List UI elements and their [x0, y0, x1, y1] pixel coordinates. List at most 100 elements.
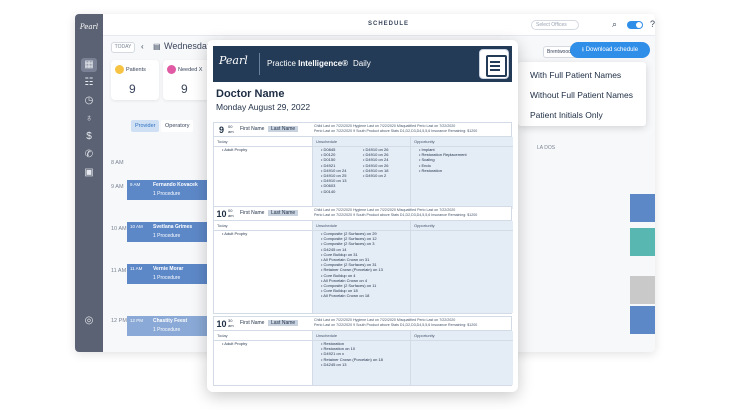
calendar-small-icon[interactable]: ▤: [153, 42, 161, 51]
column-header: Today: [214, 137, 312, 147]
meta-line: Perio Last on 7/22/2020 9 South Product …: [314, 213, 478, 217]
appointment-patient: Fernando Kovacek: [153, 182, 198, 188]
support-icon[interactable]: ◎: [81, 314, 97, 328]
column-header: Unschedule: [313, 221, 410, 231]
appointment-time: 9 AM: [130, 182, 141, 187]
today-column: Today • Adult Prophy: [214, 137, 312, 209]
appointment-procedure: 1 Procedure: [153, 191, 181, 197]
appointment-minutes: 00 am: [228, 124, 234, 134]
appointment-hour: 9: [218, 125, 224, 135]
appointment-hour: 10: [216, 209, 227, 219]
appointment-block[interactable]: 9 AM Fernando Kovacek 1 Procedure: [127, 180, 207, 200]
report-type: Daily: [353, 59, 371, 68]
daily-report-preview: Pearl Practice Intelligence® Daily Docto…: [207, 40, 518, 392]
patient-card: 9 00 am First Name Last Name Child Last on 7/…: [213, 122, 513, 210]
patient-last-name: Last Name: [268, 126, 299, 132]
appointment-minutes: 30 am: [228, 318, 234, 328]
calendar-icon[interactable]: ▦: [81, 58, 97, 72]
appointment-time: 10 AM: [130, 224, 143, 229]
schedule-icon: [479, 49, 509, 79]
tab-operatory[interactable]: Operatory: [161, 120, 194, 132]
stat-value: 9: [181, 82, 188, 96]
download-options-menu: With Full Patient Names Without Full Pat…: [518, 62, 646, 126]
dollar-icon[interactable]: $: [81, 130, 97, 144]
card-header: 10 30 am First Name Last Name Child Last on 7…: [214, 317, 511, 331]
prev-day-icon[interactable]: ‹: [141, 42, 144, 51]
appointment-patient: Svetlana Grimes: [153, 224, 193, 230]
menu-item-initials-only[interactable]: Patient Initials Only: [530, 110, 603, 120]
column-header: LA DOS: [537, 145, 556, 151]
column-header: Unschedule: [313, 137, 410, 147]
patient-first-name: First Name: [240, 210, 265, 216]
appointment-patient: Chastity Feest: [153, 318, 188, 324]
appointment-time: 11 AM: [130, 266, 143, 271]
phone-icon[interactable]: ✆: [81, 148, 97, 162]
menu-item-without-full-names[interactable]: Without Full Patient Names: [530, 90, 633, 100]
column-header: Opportunity: [411, 221, 513, 231]
list-item: • D0140: [313, 189, 410, 194]
time-label: 10 AM: [111, 226, 127, 232]
needed-icon: [167, 65, 176, 74]
list-item: • All Porcelain Crown on 18: [313, 293, 410, 298]
procedure-item: • D4245 on 13: [321, 361, 347, 367]
menu-item-full-names[interactable]: With Full Patient Names: [530, 70, 621, 80]
stat-card-needed: Needed X 9: [163, 60, 211, 100]
meta-line: Perio Last on 7/22/2020 9 South Product …: [314, 323, 478, 327]
appointment-time: 12 PM: [130, 318, 144, 323]
search-icon[interactable]: ⌕: [609, 19, 620, 30]
appointment-strip[interactable]: [630, 276, 655, 304]
tooth-icon[interactable]: ♁: [81, 112, 97, 126]
stat-label: Patients: [126, 67, 146, 73]
appointment-block[interactable]: 12 PM Chastity Feest 1 Procedure: [127, 316, 207, 336]
ampm-value: am: [228, 323, 234, 328]
list-item: • D4245 on 13: [313, 362, 410, 367]
tab-provider[interactable]: Provider: [131, 120, 160, 132]
stat-card-patients: Patients 9: [111, 60, 159, 100]
office-select[interactable]: Select Offices: [531, 20, 579, 30]
report-header: Pearl Practice Intelligence® Daily: [213, 46, 512, 82]
opportunity-column: Opportunity • Implant • Restoration Replac…: [410, 137, 513, 209]
unschedule-column: Unschedule • Restoration • Restoration on …: [312, 331, 410, 385]
procedure-item: • D4910 on 2: [363, 173, 387, 179]
list-item: • Adult Prophy: [222, 341, 248, 346]
current-date: Wednesday: [164, 41, 212, 51]
appointment-procedure: 1 Procedure: [153, 327, 181, 333]
download-label: Download schedule: [585, 47, 639, 53]
unschedule-column: Unschedule • Composite (2 Surfaces) on 29…: [312, 221, 410, 313]
help-icon[interactable]: ?: [647, 19, 655, 30]
patients-icon[interactable]: ☷: [81, 76, 97, 90]
reports-icon[interactable]: ▣: [81, 166, 97, 180]
appointment-strip[interactable]: [630, 228, 655, 256]
patient-last-name: Last Name: [268, 210, 299, 216]
appointment-block[interactable]: 11 AM Vernie Morar 1 Procedure: [127, 264, 207, 284]
unschedule-column: Unschedule • D0845 • D4910 on 26 • D0120 • D…: [312, 137, 410, 209]
column-header: Opportunity: [411, 331, 513, 341]
appointment-procedure: 1 Procedure: [153, 233, 181, 239]
procedure-item: • All Porcelain Crown on 18: [321, 293, 370, 299]
opportunity-column: Opportunity: [410, 221, 513, 313]
appointment-block[interactable]: 10 AM Svetlana Grimes 1 Procedure: [127, 222, 207, 242]
sidebar: Pearl ▦ ☷ ◷ ♁ $ ✆ ▣ ◎: [75, 14, 103, 352]
patient-meta: Child Last on 7/22/2020 Hygiene Last on …: [314, 208, 510, 220]
clock-icon[interactable]: ◷: [81, 94, 97, 108]
report-logo: Pearl: [219, 54, 248, 67]
download-schedule-button[interactable]: ⭳ Download schedule: [570, 42, 650, 58]
report-date: Monday August 29, 2022: [216, 102, 311, 112]
list-item: • Adult Prophy: [222, 147, 248, 152]
theme-toggle[interactable]: [627, 21, 643, 29]
appointment-strip[interactable]: [630, 194, 655, 222]
time-label: 9 AM: [111, 184, 124, 190]
opportunity-column: Opportunity: [410, 331, 513, 385]
appointment-strip[interactable]: [630, 306, 655, 334]
list-item: • Restoration: [419, 167, 442, 173]
ampm-value: am: [228, 129, 234, 134]
column-header: Today: [214, 221, 312, 231]
appointment-procedure: 1 Procedure: [153, 275, 181, 281]
patient-first-name: First Name: [240, 126, 265, 132]
time-label: 8 AM: [111, 160, 124, 166]
meta-line: Perio Last on 7/22/2020 9 South Product …: [314, 129, 478, 133]
today-button[interactable]: TODAY: [111, 42, 135, 53]
stat-label: Needed X: [178, 67, 203, 73]
page-title: SCHEDULE: [368, 21, 410, 27]
appointment-minutes: 00 am: [228, 208, 234, 218]
